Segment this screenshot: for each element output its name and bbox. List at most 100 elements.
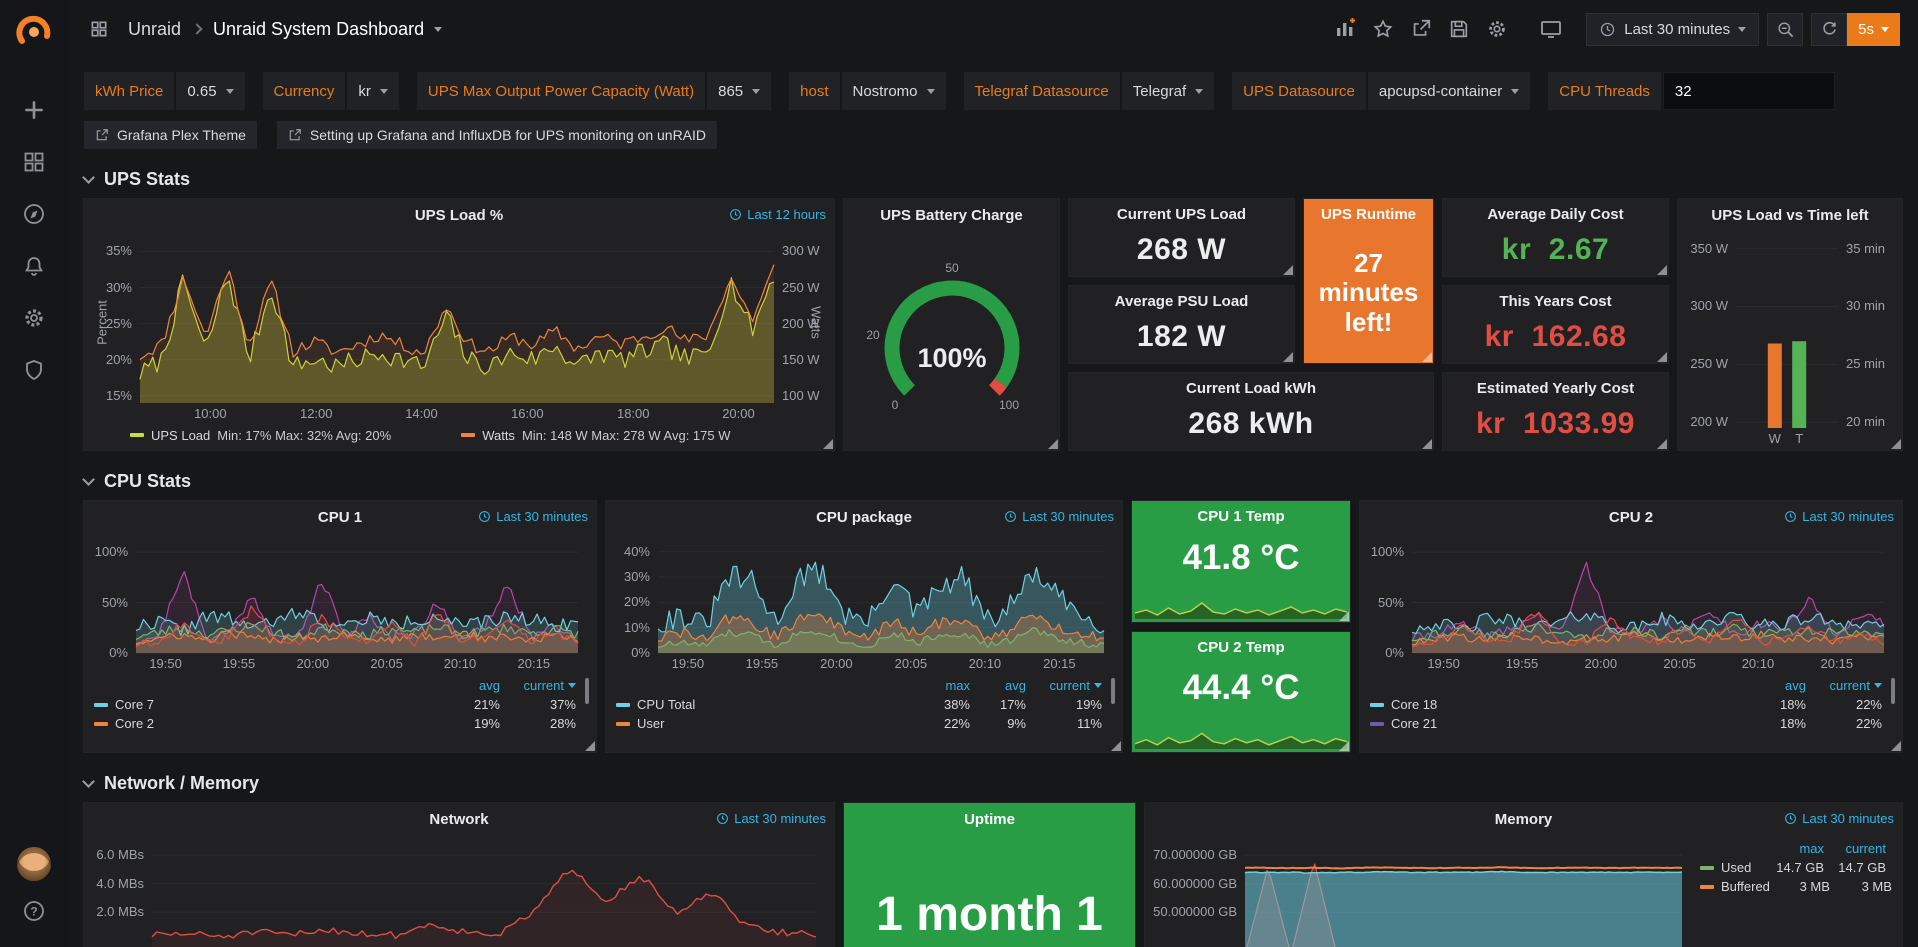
save-icon[interactable] [1442, 13, 1476, 45]
chevron-down-icon [82, 171, 95, 184]
panel-title[interactable]: CPU 1 Temp [1132, 508, 1350, 525]
panel-title[interactable]: Network [429, 811, 488, 828]
legend-series-name[interactable]: Used [1700, 860, 1764, 875]
dashboard-caret-icon[interactable] [434, 27, 442, 32]
server-admin-shield-icon[interactable] [12, 348, 56, 392]
ups-vs-time-bar-chart[interactable]: 200 W20 min250 W25 min300 W30 min350 W35… [1680, 231, 1900, 450]
time-range-picker[interactable]: Last 30 minutes [1586, 13, 1759, 46]
legend-series-name[interactable]: User [616, 716, 914, 731]
legend-scrollbar[interactable] [1891, 678, 1895, 704]
legend-scrollbar[interactable] [1111, 678, 1115, 704]
legend-col-avg[interactable]: avg [1744, 678, 1806, 693]
legend-col-current[interactable]: current [500, 678, 576, 693]
share-icon[interactable] [1404, 13, 1438, 45]
grafana-logo-icon[interactable] [14, 12, 54, 52]
memory-chart[interactable]: 50.000000 GB60.000000 GB70.000000 GB19:5… [1147, 835, 1696, 947]
legend-series-name[interactable]: CPU Total [616, 697, 914, 712]
chart-canvas[interactable] [88, 835, 830, 947]
legend-stats: Min: 148 W Max: 278 W Avg: 175 W [522, 428, 731, 443]
refresh-interval-dropdown[interactable]: 5s [1847, 13, 1900, 46]
battery-gauge: 02050100100% [844, 231, 1059, 450]
variable-value-dropdown[interactable]: Nostromo [842, 72, 946, 110]
panel-title[interactable]: Uptime [964, 811, 1015, 828]
breadcrumb-dashboard-title[interactable]: Unraid System Dashboard [213, 19, 424, 40]
star-icon[interactable] [1366, 13, 1400, 45]
panel-title[interactable]: CPU package [816, 509, 912, 526]
legend-col-max[interactable]: max [914, 678, 970, 693]
add-panel-icon[interactable] [1328, 13, 1362, 45]
panel-title[interactable]: CPU 2 [1609, 509, 1653, 526]
cpu1-chart[interactable]: 0%50%100%19:5019:5520:0020:0520:1020:15 [88, 533, 592, 673]
legend-scrollbar[interactable] [585, 678, 589, 704]
clock-icon [1784, 812, 1797, 825]
variable-value-dropdown[interactable]: apcupsd-container [1368, 72, 1530, 110]
legend-col-current[interactable]: current [1806, 678, 1882, 693]
chart-canvas[interactable] [610, 533, 1118, 673]
legend-series-name[interactable]: Core 18 [1370, 697, 1744, 712]
legend-series-name[interactable]: Core 7 [94, 697, 438, 712]
panel-title[interactable]: Estimated Yearly Cost [1443, 380, 1668, 397]
stat-value: 44.4 °C [1182, 668, 1299, 708]
legend-col-current[interactable]: current [1824, 841, 1886, 856]
cycle-view-tv-icon[interactable] [1534, 13, 1568, 45]
cpu2-chart[interactable]: 0%50%100%19:5019:5520:0020:0520:1020:15 [1364, 533, 1898, 673]
variable-value-dropdown[interactable]: 0.65 [176, 72, 244, 110]
cpu-threads-input[interactable] [1663, 72, 1835, 110]
user-avatar[interactable] [17, 847, 51, 881]
panel-title[interactable]: Current UPS Load [1069, 206, 1294, 223]
section-cpu-stats[interactable]: CPU Stats [84, 471, 1903, 492]
refresh-icon[interactable] [1811, 13, 1847, 46]
panel-cpu-package: CPU package Last 30 minutes 0%10%20%30%4… [605, 500, 1123, 753]
dashboards-icon[interactable] [12, 140, 56, 184]
panel-title[interactable]: Average Daily Cost [1443, 206, 1668, 223]
variable-label: host [789, 72, 839, 110]
alerting-bell-icon[interactable] [12, 244, 56, 288]
panel-title[interactable]: CPU 1 [318, 509, 362, 526]
legend-series-name[interactable]: Watts [482, 428, 515, 443]
panel-title[interactable]: UPS Load % [415, 207, 503, 224]
dashboard-settings-gear-icon[interactable] [1480, 13, 1514, 45]
variable-value-dropdown[interactable]: kr [347, 72, 399, 110]
cpu-package-chart[interactable]: 0%10%20%30%40%19:5019:5520:0020:0520:102… [610, 533, 1118, 673]
axis-tick: 20:10 [434, 656, 486, 671]
panel-title[interactable]: Memory [1495, 811, 1553, 828]
legend-col-avg[interactable]: avg [438, 678, 500, 693]
legend-series-name[interactable]: Core 2 [94, 716, 438, 731]
ups-load-chart[interactable]: 15%20%25%30%35%100 W150 W200 W250 W300 W… [88, 231, 830, 423]
legend-series-name[interactable]: Core 21 [1370, 716, 1744, 731]
chart-canvas[interactable] [88, 533, 592, 673]
dashboard-link[interactable]: Setting up Grafana and InfluxDB for UPS … [277, 121, 717, 149]
variable-value-dropdown[interactable]: 865 [707, 72, 771, 110]
panel-title[interactable]: Current Load kWh [1069, 380, 1433, 397]
panel-title[interactable]: UPS Runtime [1304, 206, 1433, 223]
axis-tick: Watts [809, 293, 824, 353]
legend-swatch [130, 433, 144, 437]
dashboard-link[interactable]: Grafana Plex Theme [84, 121, 257, 149]
legend-col-current[interactable]: current [1026, 678, 1102, 693]
panel-title[interactable]: This Years Cost [1443, 293, 1668, 310]
breadcrumb-app[interactable]: Unraid [128, 19, 181, 40]
panel-title[interactable]: CPU 2 Temp [1132, 639, 1350, 656]
explore-compass-icon[interactable] [12, 192, 56, 236]
apps-grid-icon[interactable] [82, 13, 116, 45]
chart-canvas[interactable] [1364, 533, 1898, 673]
panel-title[interactable]: UPS Load vs Time left [1711, 207, 1868, 224]
panel-title[interactable]: Average PSU Load [1069, 293, 1294, 310]
cpu-temp-grid: CPU 1 Temp41.8 °C CPU 2 Temp44.4 °C [1131, 500, 1351, 753]
section-ups-stats[interactable]: UPS Stats [84, 169, 1903, 190]
configuration-gear-icon[interactable] [12, 296, 56, 340]
panel-title[interactable]: UPS Battery Charge [880, 207, 1023, 224]
network-chart[interactable]: 2.0 MBs4.0 MBs6.0 MBs19:5019:5520:0020:0… [88, 835, 830, 947]
zoom-out-icon[interactable] [1767, 13, 1803, 46]
legend-col-avg[interactable]: avg [970, 678, 1026, 693]
sort-caret-icon [1094, 683, 1102, 688]
legend-series-name[interactable]: UPS Load [151, 428, 210, 443]
legend-col-max[interactable]: max [1764, 841, 1824, 856]
chart-canvas[interactable] [88, 231, 830, 423]
legend-series-name[interactable]: Buffered [1700, 879, 1770, 894]
help-icon[interactable]: ? [12, 889, 56, 933]
create-icon[interactable] [12, 88, 56, 132]
section-network-memory[interactable]: Network / Memory [84, 773, 1903, 794]
axis-tick: T [1784, 431, 1814, 446]
variable-value-dropdown[interactable]: Telegraf [1122, 72, 1214, 110]
